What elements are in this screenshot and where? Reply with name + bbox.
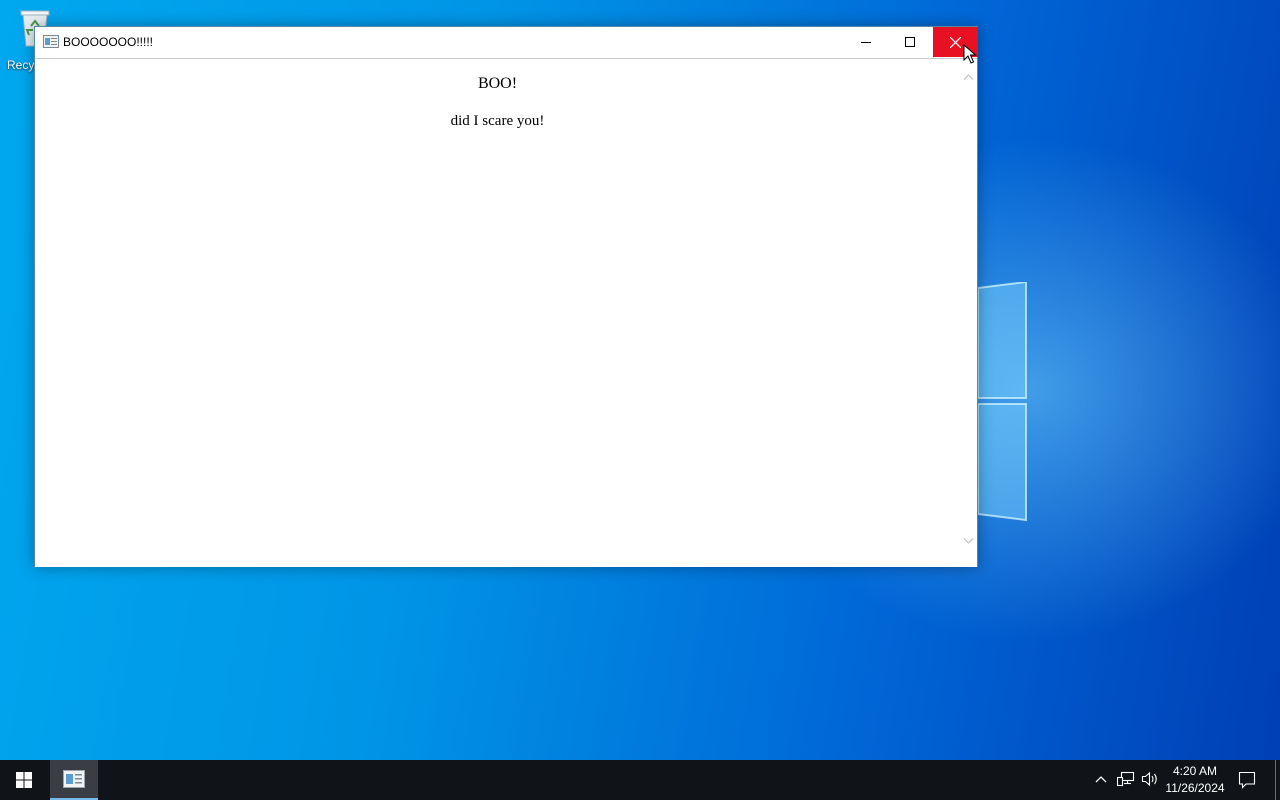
app-window-icon (43, 35, 59, 48)
app-window-icon (63, 770, 85, 788)
mouse-cursor-icon (963, 44, 977, 64)
desktop[interactable]: Recy BOOOOOOO!!!!! BOO! did I scare you! (0, 0, 1280, 760)
windows-wallpaper-logo (978, 282, 1027, 522)
show-desktop-button[interactable] (1275, 760, 1276, 800)
close-icon (950, 36, 961, 48)
window-titlebar[interactable]: BOOOOOOO!!!!! (35, 27, 978, 57)
taskbar: 4:20 AM 11/26/2024 (0, 760, 1280, 800)
page-paragraph: did I scare you! (450, 113, 545, 129)
window-content: BOO! did I scare you! (35, 58, 977, 567)
notification-icon[interactable] (1238, 771, 1256, 789)
page-heading: BOO! (477, 75, 518, 92)
minimize-button[interactable] (843, 27, 888, 57)
clock-time: 4:20 AM (1172, 764, 1218, 778)
scroll-up-arrow-icon[interactable] (963, 73, 974, 81)
taskbar-app-button[interactable] (50, 760, 98, 800)
volume-icon[interactable] (1141, 771, 1159, 787)
chevron-up-icon[interactable] (1094, 772, 1108, 786)
app-window: BOOOOOOO!!!!! BOO! did I scare you! (34, 26, 978, 567)
network-icon[interactable] (1117, 771, 1135, 787)
window-title: BOOOOOOO!!!!! (63, 35, 154, 49)
maximize-icon (904, 37, 915, 47)
clock-date: 11/26/2024 (1165, 781, 1225, 795)
page-body: BOO! did I scare you! (35, 59, 960, 130)
maximize-button[interactable] (887, 27, 932, 57)
scroll-down-arrow-icon[interactable] (963, 537, 974, 545)
vertical-scrollbar[interactable] (960, 59, 977, 567)
start-button[interactable] (0, 760, 48, 800)
minimize-icon (860, 42, 871, 43)
taskbar-clock[interactable]: 4:20 AM 11/26/2024 (1160, 763, 1230, 797)
windows-logo-icon (16, 772, 32, 788)
desktop-icon-label: Recy (7, 58, 35, 72)
